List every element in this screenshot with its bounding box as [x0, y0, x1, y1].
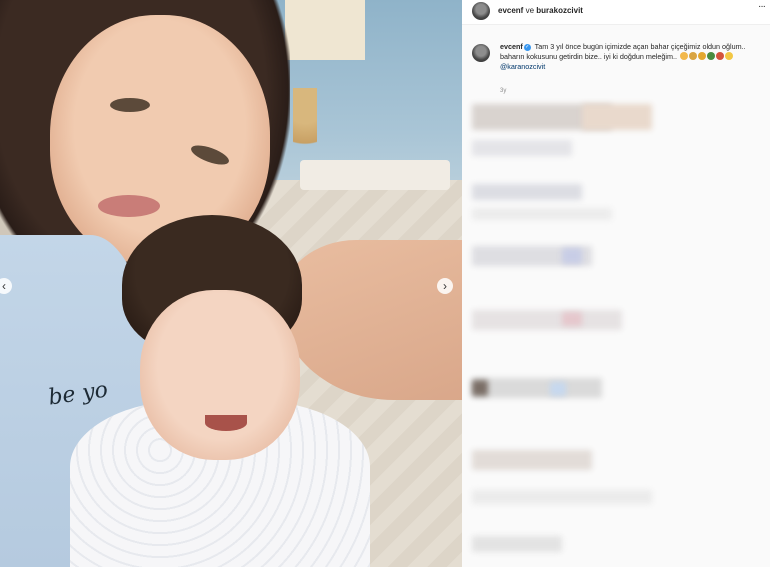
caption-mention-link[interactable]: @karanozcivit	[500, 62, 545, 71]
photo-eye-left	[110, 98, 150, 112]
emoji-icon	[688, 52, 697, 60]
blurred-comment	[472, 378, 602, 398]
chevron-right-icon[interactable]: ›	[437, 278, 453, 294]
verified-badge-icon: ✓	[523, 43, 531, 51]
post-header: evcenf ve burakozcivit ···	[462, 0, 770, 25]
more-horizontal-icon[interactable]: ···	[758, 1, 766, 12]
photo-wall-panel	[285, 0, 365, 60]
caption-avatar[interactable]	[472, 44, 490, 62]
post-timestamp[interactable]: 3y	[500, 88, 506, 94]
emoji-icon	[724, 52, 733, 60]
instagram-post: be yo ‹ › evcenf ve burakozcivit ··· evc…	[0, 0, 770, 567]
blurred-comment	[582, 104, 652, 130]
post-header-usernames: evcenf ve burakozcivit	[498, 6, 583, 15]
collaborator-link[interactable]: burakozcivit	[536, 6, 583, 15]
post-side-panel: evcenf ve burakozcivit ··· evcenf ✓ Tam 3…	[462, 0, 770, 567]
post-photo[interactable]: be yo ‹ ›	[0, 0, 462, 567]
emoji-icon	[679, 52, 688, 60]
caption-body: evcenf ✓ Tam 3 yıl önce bugün içimizde aç…	[500, 42, 760, 72]
blurred-comment	[472, 536, 562, 552]
blurred-comment	[562, 248, 582, 264]
blurred-comment	[562, 312, 582, 326]
photo-toy-giraffe	[293, 88, 317, 168]
caption-username[interactable]: evcenf	[500, 42, 523, 51]
photo-child-mouth	[205, 415, 247, 431]
photo-shelf	[300, 160, 450, 190]
header-separator: ve	[525, 6, 535, 15]
blurred-comment	[472, 490, 652, 504]
blurred-comment	[472, 450, 592, 470]
blurred-comment	[472, 184, 582, 200]
photo-lips	[98, 195, 160, 217]
blurred-comment	[472, 380, 488, 396]
username-link[interactable]: evcenf	[498, 6, 523, 15]
photo-child-face	[140, 290, 300, 460]
emoji-icon	[715, 52, 724, 60]
caption-emoji-row	[679, 52, 733, 61]
blurred-comment	[550, 382, 566, 396]
blurred-comment	[472, 310, 622, 330]
blurred-comment	[472, 208, 612, 220]
blurred-comment	[472, 140, 572, 156]
avatar[interactable]	[472, 2, 490, 20]
emoji-icon	[706, 52, 715, 60]
blurred-comments	[462, 96, 770, 567]
emoji-icon	[697, 52, 706, 60]
